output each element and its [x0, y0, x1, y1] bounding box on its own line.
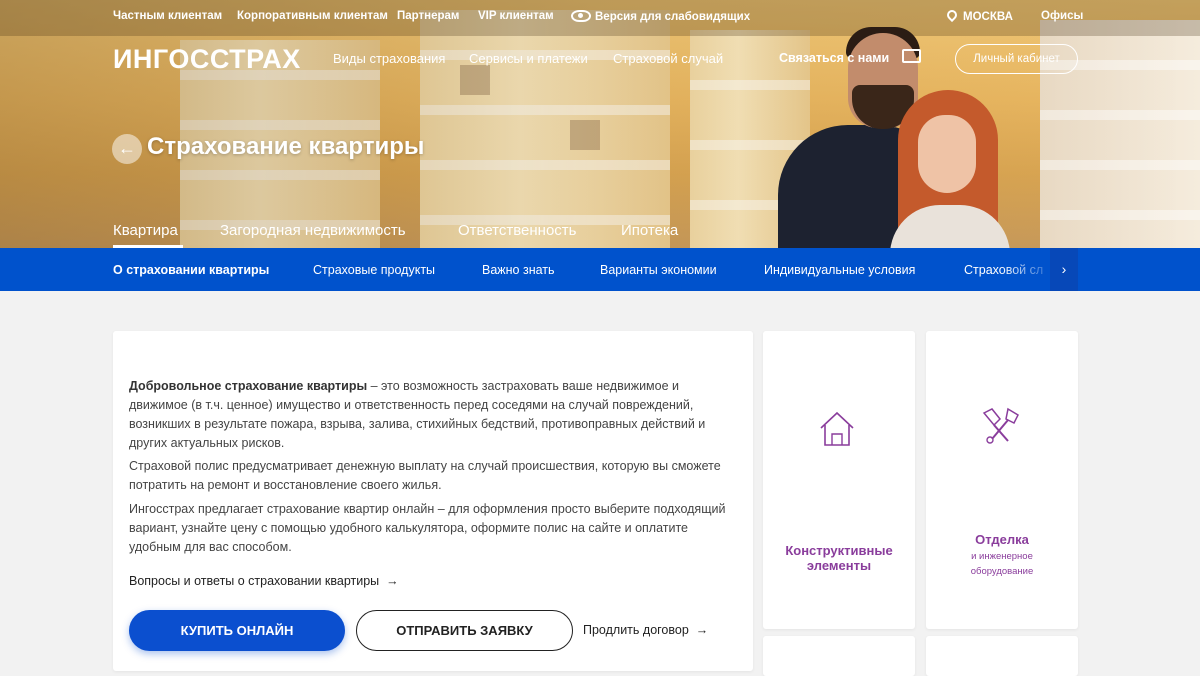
tools-icon: [982, 407, 1019, 444]
tile-partial[interactable]: [926, 636, 1078, 676]
tab-country-property[interactable]: Загородная недвижимость: [220, 222, 406, 239]
arrow-right-icon: →: [692, 623, 709, 637]
nav-partners[interactable]: Партнерам: [397, 10, 459, 22]
personal-cabinet-button[interactable]: Личный кабинет: [955, 44, 1078, 74]
nav-vip-clients[interactable]: VIP клиентам: [478, 10, 554, 22]
subnav-important[interactable]: Важно знать: [482, 263, 555, 277]
tile-title: Отделка: [975, 532, 1029, 547]
nav-corporate-clients[interactable]: Корпоративным клиентам: [237, 10, 388, 22]
nav-insured-event[interactable]: Страховой случай: [613, 51, 723, 66]
hero-banner: [0, 0, 1200, 248]
tile-subtitle: оборудование: [970, 566, 1034, 577]
city-label: МОСКВА: [963, 11, 1013, 23]
faq-link-label: Вопросы и ответы о страховании квартиры: [129, 574, 380, 588]
tile-finishing[interactable]: Отделка и инженерное оборудование: [926, 331, 1078, 629]
extend-contract-label: Продлить договор: [583, 623, 689, 637]
eye-icon: [571, 10, 591, 22]
online-paragraph: Ингосстрах предлагает страхование кварти…: [129, 502, 726, 554]
location-pin-icon: [944, 7, 960, 23]
intro-card: Добровольное страхование квартиры – это …: [113, 331, 753, 671]
subnav-scroll-right-icon[interactable]: ›: [1050, 248, 1078, 291]
subnav-products[interactable]: Страховые продукты: [313, 263, 435, 277]
city-selector[interactable]: МОСКВА: [944, 7, 1013, 23]
subnav-about[interactable]: О страховании квартиры: [113, 263, 269, 277]
page-title: Страхование квартиры: [147, 133, 425, 160]
tile-partial[interactable]: [763, 636, 915, 676]
top-utility-nav: Частным клиентам Корпоративным клиентам …: [0, 7, 1200, 26]
tile-subtitle: и инженерное: [971, 551, 1033, 562]
logo[interactable]: ИНГОССТРАХ: [113, 44, 301, 75]
subnav-savings[interactable]: Варианты экономии: [600, 263, 717, 277]
chat-icon[interactable]: [902, 44, 921, 63]
intro-paragraph: Добровольное страхование квартиры – это …: [129, 377, 734, 453]
tab-apartment[interactable]: Квартира: [113, 222, 178, 239]
tile-title: элементы: [806, 558, 872, 573]
tab-liability[interactable]: Ответственность: [458, 222, 577, 239]
arrow-right-icon: →: [382, 574, 399, 588]
buy-online-button[interactable]: КУПИТЬ ОНЛАЙН: [129, 610, 345, 651]
nav-offices[interactable]: Офисы: [1041, 10, 1083, 22]
nav-insurance-types[interactable]: Виды страхования: [333, 51, 445, 66]
nav-services-payments[interactable]: Сервисы и платежи: [469, 51, 588, 66]
send-request-button[interactable]: ОТПРАВИТЬ ЗАЯВКУ: [356, 610, 573, 651]
tile-structural-elements[interactable]: Конструктивные элементы: [763, 331, 915, 629]
low-vision-label: Версия для слабовидящих: [595, 11, 751, 23]
nav-private-clients[interactable]: Частным клиентам: [113, 10, 222, 22]
subnav-individual[interactable]: Индивидуальные условия: [764, 263, 915, 277]
tab-mortgage[interactable]: Ипотека: [621, 222, 678, 239]
house-icon: [820, 411, 854, 446]
back-arrow-button[interactable]: ←: [112, 134, 142, 164]
section-subnav: О страховании квартиры Страховые продукт…: [0, 248, 1200, 291]
payout-paragraph: Страховой полис предусматривает денежную…: [129, 459, 721, 492]
low-vision-link[interactable]: Версия для слабовидящих: [571, 10, 750, 23]
intro-bold: Добровольное страхование квартиры: [129, 379, 368, 393]
extend-contract-link[interactable]: Продлить договор →: [583, 623, 708, 637]
faq-link[interactable]: Вопросы и ответы о страховании квартиры …: [129, 574, 399, 588]
contact-us-link[interactable]: Связаться с нами: [779, 51, 889, 65]
tile-title: Конструктивные: [785, 543, 893, 558]
